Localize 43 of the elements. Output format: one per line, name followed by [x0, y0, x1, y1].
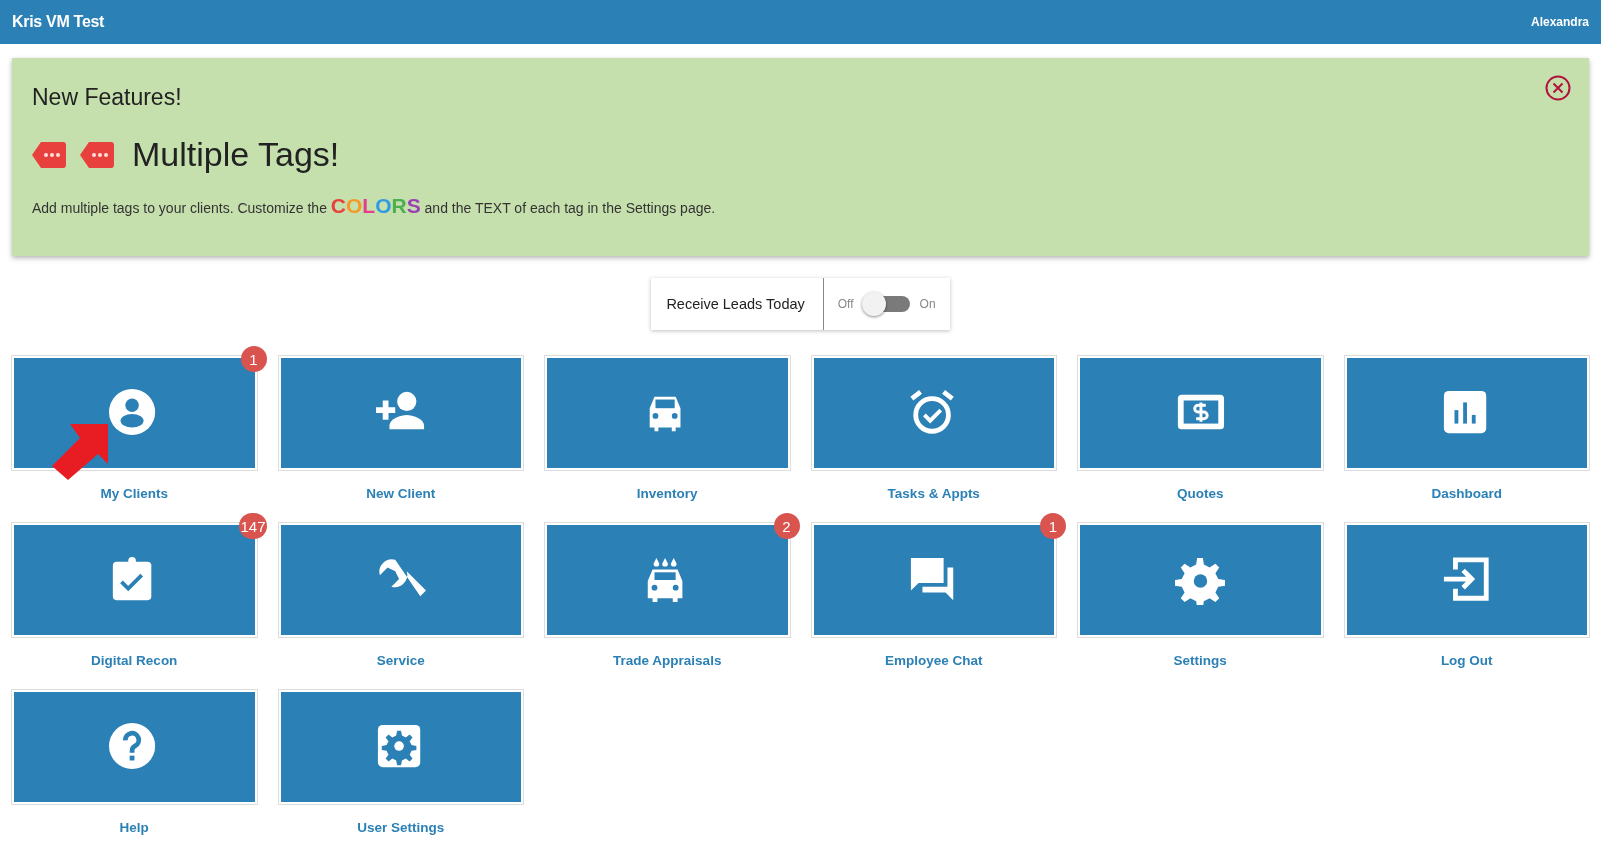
tile-label[interactable]: Log Out: [1440, 653, 1493, 668]
tile-label[interactable]: Dashboard: [1431, 486, 1502, 501]
menu-tile[interactable]: [1344, 523, 1589, 637]
tile-label[interactable]: Employee Chat: [885, 653, 983, 668]
off-label: Off: [837, 297, 854, 311]
menu-tile[interactable]: [545, 356, 790, 470]
tag-icon: [32, 141, 66, 168]
count-badge: 1: [240, 346, 267, 372]
banner-heading: New Features!: [32, 84, 182, 111]
app-title: Kris VM Test: [12, 13, 105, 31]
menu-tile[interactable]: [12, 690, 257, 804]
feature-description: Add multiple tags to your clients. Customize the COLORS and the TEXT of each tag in the Settings page.: [32, 194, 717, 218]
menu-tile[interactable]: [811, 356, 1056, 470]
menu-tile[interactable]: [1078, 523, 1323, 637]
tile-label[interactable]: Digital Recon: [91, 653, 178, 668]
on-label: On: [919, 297, 936, 311]
feature-title: Multiple Tags!: [132, 135, 340, 174]
menu-tile[interactable]: [1078, 356, 1323, 470]
count-badge: 147: [239, 513, 267, 539]
tile-label[interactable]: Help: [119, 820, 149, 835]
user-name[interactable]: Alexandra: [1530, 15, 1589, 29]
menu-tile[interactable]: [278, 690, 523, 804]
close-icon[interactable]: [1545, 75, 1571, 101]
menu-tile[interactable]: [1344, 356, 1589, 470]
menu-tile[interactable]: [545, 523, 790, 637]
tile-label[interactable]: Inventory: [636, 486, 698, 501]
tag-icon: [80, 141, 114, 168]
menu-tile[interactable]: [278, 356, 523, 470]
tile-label[interactable]: Trade Appraisals: [613, 653, 722, 668]
tile-label[interactable]: Service: [376, 653, 425, 668]
count-badge: 1: [1040, 513, 1066, 539]
tile-label[interactable]: User Settings: [357, 820, 445, 835]
menu-tile[interactable]: [12, 356, 257, 470]
tile-label[interactable]: Quotes: [1177, 486, 1224, 501]
menu-tile[interactable]: [278, 523, 523, 637]
toggle-label: Receive Leads Today: [651, 278, 824, 330]
tile-label[interactable]: Settings: [1173, 653, 1227, 668]
menu-tile[interactable]: [811, 523, 1056, 637]
tile-label[interactable]: My Clients: [100, 486, 168, 501]
settings-icon: [1175, 555, 1226, 605]
count-badge: 2: [773, 513, 800, 539]
tile-label[interactable]: New Client: [366, 486, 436, 501]
tile-label[interactable]: Tasks & Appts: [887, 486, 980, 501]
